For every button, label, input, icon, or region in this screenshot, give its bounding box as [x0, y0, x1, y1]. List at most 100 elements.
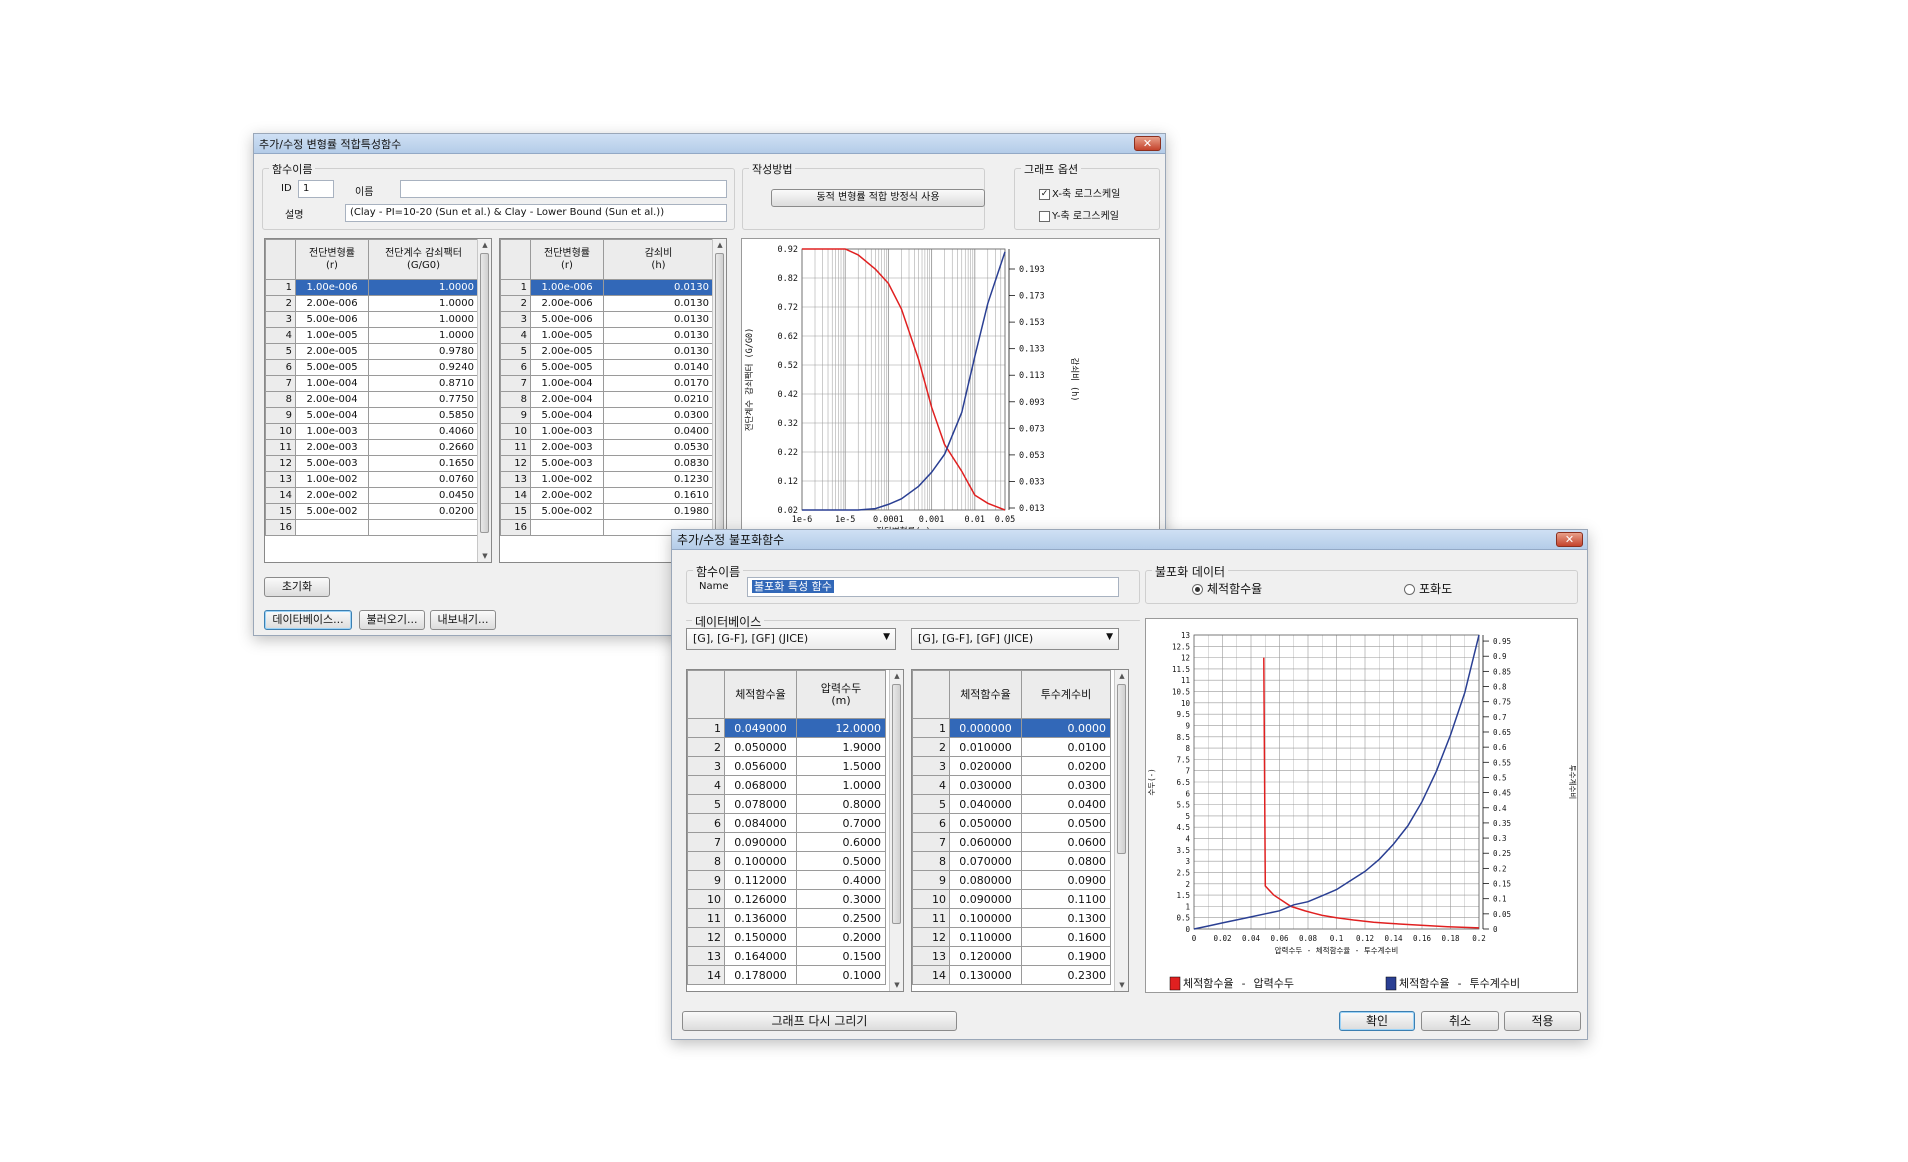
table-row[interactable]: 9 5.00e-004 0.5850 — [265, 407, 479, 424]
table-row[interactable]: 1 1.00e-006 0.0130 — [500, 279, 714, 296]
table-cell[interactable]: 0.060000 — [949, 832, 1022, 852]
table-row[interactable]: 13 0.120000 0.1900 — [912, 946, 1111, 966]
table-cell[interactable]: 0.049000 — [724, 718, 797, 738]
table-cell[interactable]: 0.2300 — [1021, 965, 1111, 985]
database-button[interactable]: 데이타베이스... — [264, 610, 352, 630]
table-cell[interactable]: 1.0000 — [368, 311, 479, 328]
table-row[interactable]: 5 2.00e-005 0.0130 — [500, 343, 714, 360]
table-row[interactable]: 1 1.00e-006 1.0000 — [265, 279, 479, 296]
table-cell[interactable]: 5.00e-006 — [530, 311, 604, 328]
table-row[interactable]: 14 2.00e-002 0.0450 — [265, 487, 479, 504]
table-cell[interactable]: 0.090000 — [949, 889, 1022, 909]
column-header-strain[interactable]: 전단변형률 (r) — [295, 239, 369, 280]
saturation-radio[interactable]: 포화도 — [1404, 580, 1452, 597]
scroll-up-icon[interactable]: ▲ — [890, 670, 903, 682]
scroll-up-icon[interactable]: ▲ — [1115, 670, 1128, 682]
table-cell[interactable]: 0.0300 — [1021, 775, 1111, 795]
table-cell[interactable]: 1.0000 — [368, 279, 479, 296]
table-row[interactable]: 3 0.056000 1.5000 — [687, 756, 886, 776]
table-cell[interactable]: 0.0300 — [603, 407, 714, 424]
column-header-pressure-head[interactable]: 압력수두 (m) — [796, 670, 886, 719]
table-cell[interactable]: 0.084000 — [724, 813, 797, 833]
table-cell[interactable]: 0.5000 — [796, 851, 886, 871]
table-cell[interactable]: 1.00e-006 — [295, 279, 369, 296]
table-cell[interactable]: 0.020000 — [949, 756, 1022, 776]
table-row[interactable]: 10 1.00e-003 0.4060 — [265, 423, 479, 440]
table-cell[interactable] — [368, 519, 479, 536]
damping-ratio-table[interactable]: 전단변형률 (r) 감쇠비 (h) 1 1.00e-006 0.0130 2 2.00e-0… — [499, 238, 727, 563]
column-header-permeability[interactable]: 투수계수비 — [1021, 670, 1111, 719]
table-row[interactable]: 11 2.00e-003 0.2660 — [265, 439, 479, 456]
table-cell[interactable]: 0.1650 — [368, 455, 479, 472]
table-cell[interactable]: 0.0830 — [603, 455, 714, 472]
table-cell[interactable]: 0.4000 — [796, 870, 886, 890]
table-cell[interactable]: 0.0450 — [368, 487, 479, 504]
table-cell[interactable]: 0.090000 — [724, 832, 797, 852]
scroll-down-icon[interactable]: ▼ — [478, 550, 491, 562]
table-row[interactable]: 11 2.00e-003 0.0530 — [500, 439, 714, 456]
table-row[interactable]: 14 2.00e-002 0.1610 — [500, 487, 714, 504]
table-row[interactable]: 11 0.136000 0.2500 — [687, 908, 886, 928]
table-row[interactable]: 3 5.00e-006 1.0000 — [265, 311, 479, 328]
title-bar[interactable]: 추가/수정 불포화함수 ✕ — [672, 530, 1587, 550]
scroll-down-icon[interactable]: ▼ — [890, 979, 903, 991]
table-cell[interactable]: 0.0130 — [603, 311, 714, 328]
table-cell[interactable]: 0.0140 — [603, 359, 714, 376]
table-cell[interactable]: 5.00e-002 — [295, 503, 369, 520]
table-row[interactable]: 7 1.00e-004 0.0170 — [500, 375, 714, 392]
table-cell[interactable]: 0.1900 — [1021, 946, 1111, 966]
table-cell[interactable]: 1.0000 — [368, 327, 479, 344]
table-cell[interactable]: 0.0760 — [368, 471, 479, 488]
table-row[interactable]: 2 2.00e-006 1.0000 — [265, 295, 479, 312]
table-cell[interactable]: 0.080000 — [949, 870, 1022, 890]
close-icon[interactable]: ✕ — [1134, 136, 1161, 151]
table-cell[interactable]: 0.0500 — [1021, 813, 1111, 833]
table-cell[interactable]: 0.2660 — [368, 439, 479, 456]
table-row[interactable]: 7 1.00e-004 0.8710 — [265, 375, 479, 392]
table-cell[interactable]: 0.7750 — [368, 391, 479, 408]
table-row[interactable]: 6 0.050000 0.0500 — [912, 813, 1111, 833]
table-cell[interactable]: 1.0000 — [796, 775, 886, 795]
table-row[interactable]: 1 0.049000 12.0000 — [687, 718, 886, 738]
database-select-right[interactable]: [G], [G-F], [GF] (JICE) ▼ — [911, 628, 1119, 650]
table-cell[interactable]: 2.00e-005 — [295, 343, 369, 360]
table-cell[interactable]: 0.2000 — [796, 927, 886, 947]
table-cell[interactable]: 2.00e-004 — [530, 391, 604, 408]
table-row[interactable]: 4 1.00e-005 1.0000 — [265, 327, 479, 344]
table-row[interactable]: 8 2.00e-004 0.7750 — [265, 391, 479, 408]
table-cell[interactable]: 0.050000 — [724, 737, 797, 757]
apply-button[interactable]: 적용 — [1504, 1011, 1581, 1031]
table-cell[interactable]: 1.00e-004 — [530, 375, 604, 392]
column-header-strain[interactable]: 전단변형률 (r) — [530, 239, 604, 280]
table-row[interactable]: 9 0.080000 0.0900 — [912, 870, 1111, 890]
table-cell[interactable]: 5.00e-003 — [530, 455, 604, 472]
table-cell[interactable]: 0.178000 — [724, 965, 797, 985]
id-field[interactable]: 1 — [298, 180, 334, 198]
table-cell[interactable]: 0.0100 — [1021, 737, 1111, 757]
table-cell[interactable] — [295, 519, 369, 536]
reset-button[interactable]: 초기화 — [264, 577, 330, 597]
table-row[interactable]: 13 1.00e-002 0.1230 — [500, 471, 714, 488]
table-cell[interactable]: 0.136000 — [724, 908, 797, 928]
table-cell[interactable]: 0.1000 — [796, 965, 886, 985]
scroll-down-icon[interactable]: ▼ — [1115, 979, 1128, 991]
table-row[interactable]: 4 1.00e-005 0.0130 — [500, 327, 714, 344]
title-bar[interactable]: 추가/수정 변형률 적합특성함수 ✕ — [254, 134, 1165, 154]
scroll-up-icon[interactable]: ▲ — [713, 239, 726, 251]
export-button[interactable]: 내보내기... — [430, 610, 496, 630]
table-row[interactable]: 15 5.00e-002 0.0200 — [265, 503, 479, 520]
load-button[interactable]: 불러오기... — [359, 610, 425, 630]
shear-modulus-table[interactable]: 전단변형률 (r) 전단계수 감쇠팩터 (G/G0) 1 1.00e-006 1.000… — [264, 238, 492, 563]
description-field[interactable]: (Clay - PI=10-20 (Sun et al.) & Clay - L… — [345, 204, 727, 222]
table-cell[interactable]: 0.0200 — [1021, 756, 1111, 776]
table-row[interactable]: 10 1.00e-003 0.0400 — [500, 423, 714, 440]
table-cell[interactable]: 0.0400 — [1021, 794, 1111, 814]
table-cell[interactable]: 0.000000 — [949, 718, 1022, 738]
table-cell[interactable]: 5.00e-006 — [295, 311, 369, 328]
ok-button[interactable]: 확인 — [1339, 1011, 1415, 1031]
table-row[interactable]: 8 0.070000 0.0800 — [912, 851, 1111, 871]
table-row[interactable]: 3 5.00e-006 0.0130 — [500, 311, 714, 328]
table-cell[interactable]: 0.0000 — [1021, 718, 1111, 738]
table-cell[interactable]: 0.0130 — [603, 343, 714, 360]
table-row[interactable]: 1 0.000000 0.0000 — [912, 718, 1111, 738]
